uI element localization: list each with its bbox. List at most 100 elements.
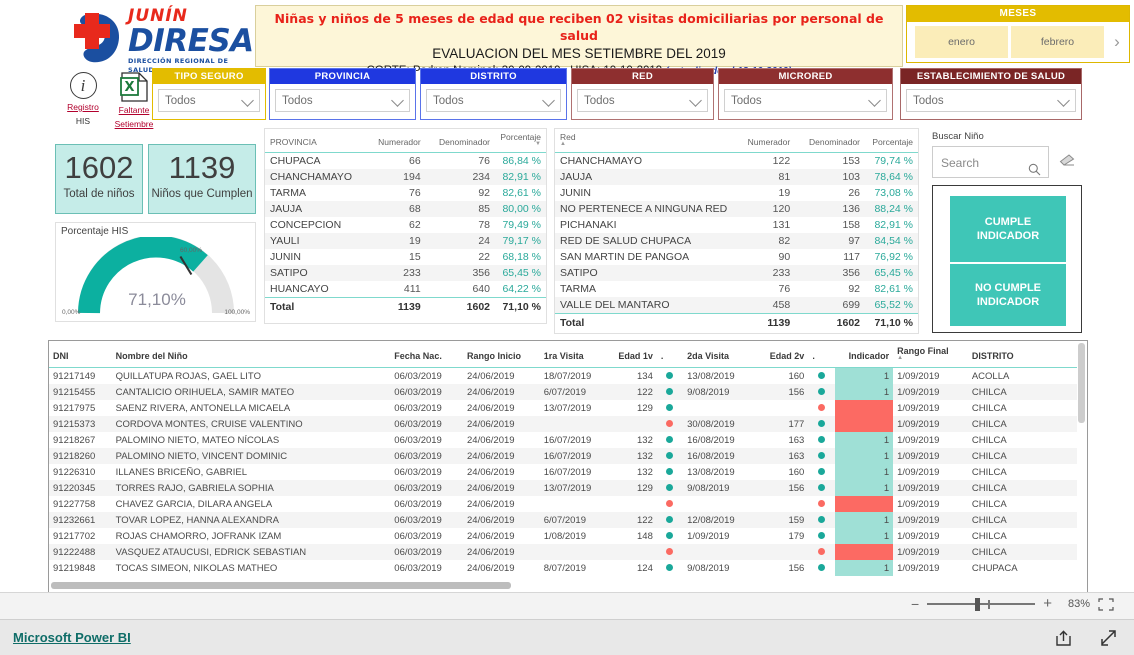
table-row[interactable]: TARMA 76 92 82,61 %	[555, 281, 918, 297]
table-row[interactable]: JAUJA 81 103 78,64 %	[555, 169, 918, 185]
slicer-provincia[interactable]: PROVINCIA Todos	[269, 68, 416, 120]
table-row[interactable]: SATIPO 233 356 65,45 %	[265, 265, 546, 281]
cell-dot-1v	[657, 496, 683, 512]
col-red-porcentaje[interactable]: Porcentaje	[865, 129, 918, 153]
table-row[interactable]: CONCEPCION 62 78 79,49 %	[265, 217, 546, 233]
slicer-red[interactable]: RED Todos	[571, 68, 714, 120]
col-dot-1[interactable]: .	[656, 341, 684, 368]
col-fecha-nac[interactable]: Fecha Nac.	[390, 341, 463, 368]
table-row[interactable]: 91219848 TOCAS SIMEON, NIKOLAS MATHEO 06/0…	[49, 560, 1077, 576]
grid-vertical-scroll-thumb[interactable]	[1078, 343, 1085, 423]
slicer-tipo-seguro-dropdown[interactable]: Todos	[158, 89, 260, 112]
table-row[interactable]: CHUPACA 66 76 86,84 %	[265, 153, 546, 170]
col-porcentaje[interactable]: Porcentaje ▼	[495, 129, 546, 153]
col-2da-visita[interactable]: 2da Visita	[683, 341, 762, 368]
col-red-numerador[interactable]: Numerador	[733, 129, 796, 153]
grid-horizontal-scroll-thumb[interactable]	[51, 582, 511, 589]
col-red-denominador[interactable]: Denominador	[795, 129, 866, 153]
provincia-name: JAUJA	[270, 203, 303, 215]
magnifier-icon[interactable]	[1028, 156, 1041, 188]
col-red[interactable]: Red ▲	[555, 129, 734, 153]
col-edad-1v[interactable]: Edad 1v	[612, 341, 657, 368]
slicer-item-enero[interactable]: enero	[915, 26, 1008, 58]
zoom-slider[interactable]	[927, 597, 1036, 611]
slicer-microred-dropdown[interactable]: Todos	[724, 89, 887, 112]
table-row[interactable]: 91227758 CHAVEZ GARCIA, DILARA ANGELA 06/0…	[49, 496, 1077, 512]
grid-horizontal-scrollbar[interactable]	[51, 581, 1076, 590]
table-row[interactable]: 91218267 PALOMINO NIETO, MATEO NÍCOLAS 06/…	[49, 432, 1077, 448]
search-input[interactable]: Search	[932, 146, 1049, 178]
slicer-item-febrero[interactable]: febrero	[1011, 26, 1104, 58]
col-provincia[interactable]: PROVINCIA	[265, 129, 365, 153]
cell-dot-2v	[808, 384, 834, 400]
col-dni[interactable]: DNI	[49, 341, 112, 368]
table-row[interactable]: 91226310 ILLANES BRICEÑO, GABRIEL 06/03/20…	[49, 464, 1077, 480]
col-dot-2[interactable]: .	[808, 341, 835, 368]
registro-his-link[interactable]: i Registro HIS	[60, 72, 106, 127]
table-row[interactable]: SATIPO 233 356 65,45 %	[555, 265, 918, 281]
minus-icon[interactable]: −	[911, 597, 919, 611]
fullscreen-icon[interactable]	[1099, 629, 1118, 652]
col-1ra-visita[interactable]: 1ra Visita	[539, 341, 613, 368]
cell-distrito: CHILCA	[971, 546, 1007, 558]
table-row[interactable]: RED DE SALUD CHUPACA 82 97 84,54 %	[555, 233, 918, 249]
microsoft-power-bi-link[interactable]: Microsoft Power BI	[13, 630, 131, 645]
col-rango-inicio[interactable]: Rango Inicio	[463, 341, 540, 368]
cell-edad-2v: 177	[788, 418, 805, 430]
share-icon[interactable]	[1054, 629, 1073, 652]
slicer-establecimiento-dropdown[interactable]: Todos	[906, 89, 1076, 112]
button-no-cumple-indicador[interactable]: NO CUMPLE INDICADOR	[950, 264, 1066, 326]
table-row[interactable]: 91215455 CANTALICIO ORIHUELA, SAMIR MATEO…	[49, 384, 1077, 400]
slicer-microred[interactable]: MICRORED Todos	[718, 68, 893, 120]
table-row[interactable]: 91217149 QUILLATUPA ROJAS, GAEL LITO 06/03…	[49, 367, 1077, 384]
table-row[interactable]: SAN MARTIN DE PANGOA 90 117 76,92 %	[555, 249, 918, 265]
table-row[interactable]: 91220345 TORRES RAJO, GABRIELA SOPHIA 06/0…	[49, 480, 1077, 496]
table-row[interactable]: PICHANAKI 131 158 82,91 %	[555, 217, 918, 233]
table-row[interactable]: TARMA 76 92 82,61 %	[265, 185, 546, 201]
table-row[interactable]: 91232661 TOVAR LOPEZ, HANNA ALEXANDRA 06/0…	[49, 512, 1077, 528]
table-red[interactable]: Red ▲ Numerador Denominador Porcentaje C…	[554, 128, 919, 334]
col-rango-final[interactable]: Rango Final ▲	[893, 341, 968, 368]
fit-to-page-icon[interactable]	[1098, 597, 1114, 611]
col-denominador[interactable]: Denominador	[425, 129, 495, 153]
cell-edad-1v	[612, 544, 656, 560]
plus-icon[interactable]: +	[1043, 596, 1052, 611]
slicer-tipo-seguro[interactable]: TIPO SEGURO Todos	[152, 68, 266, 120]
col-edad-2v[interactable]: Edad 2v	[761, 341, 809, 368]
slicer-provincia-dropdown[interactable]: Todos	[275, 89, 410, 112]
table-row[interactable]: 91217975 SAENZ RIVERA, ANTONELLA MICAELA 0…	[49, 400, 1077, 416]
table-row[interactable]: 91217702 ROJAS CHAMORRO, JOFRANK IZAM 06/0…	[49, 528, 1077, 544]
table-row[interactable]: JAUJA 68 85 80,00 %	[265, 201, 546, 217]
slicer-distrito-dropdown[interactable]: Todos	[426, 89, 561, 112]
col-distrito[interactable]: DISTRITO	[967, 341, 1077, 368]
table-row[interactable]: JUNIN 19 26 73,08 %	[555, 185, 918, 201]
chevron-right-icon[interactable]: ›	[1107, 26, 1127, 58]
red-denominador: 103	[842, 171, 861, 183]
table-row[interactable]: HUANCAYO 411 640 64,22 %	[265, 281, 546, 298]
slicer-distrito[interactable]: DISTRITO Todos	[420, 68, 567, 120]
col-indicador[interactable]: Indicador	[834, 341, 894, 368]
table-row[interactable]: 91215373 CORDOVA MONTES, CRUISE VALENTINO…	[49, 416, 1077, 432]
slicer-meses-header: MESES	[907, 6, 1129, 22]
table-row[interactable]: CHANCHAMAYO 194 234 82,91 %	[265, 169, 546, 185]
zoom-control[interactable]: − + 83%	[911, 596, 1114, 611]
cell-1ra-visita	[540, 544, 613, 560]
slicer-red-dropdown[interactable]: Todos	[577, 89, 708, 112]
table-ninos[interactable]: DNI Nombre del Niño Fecha Nac. Rango Ini…	[48, 340, 1088, 593]
table-row[interactable]: JUNIN 15 22 68,18 %	[265, 249, 546, 265]
button-cumple-indicador[interactable]: CUMPLE INDICADOR	[950, 196, 1066, 262]
grid-vertical-scrollbar[interactable]	[1077, 342, 1086, 592]
col-numerador[interactable]: Numerador	[364, 129, 426, 153]
table-provincia[interactable]: PROVINCIA Numerador Denominador Porcenta…	[264, 128, 547, 324]
zoom-slider-thumb[interactable]	[975, 598, 981, 611]
table-row[interactable]: CHANCHAMAYO 122 153 79,74 %	[555, 153, 918, 170]
slicer-establecimiento[interactable]: ESTABLECIMIENTO DE SALUD Todos	[900, 68, 1082, 120]
table-row[interactable]: VALLE DEL MANTARO 458 699 65,52 %	[555, 297, 918, 314]
col-nombre[interactable]: Nombre del Niño	[111, 341, 391, 368]
table-row[interactable]: NO PERTENECE A NINGUNA RED 120 136 88,24 %	[555, 201, 918, 217]
table-row[interactable]: 91222488 VASQUEZ ATAUCUSI, EDRICK SEBASTI…	[49, 544, 1077, 560]
table-row[interactable]: YAULI 19 24 79,17 %	[265, 233, 546, 249]
slicer-meses[interactable]: MESES enero febrero ›	[906, 5, 1130, 63]
eraser-icon[interactable]	[1059, 154, 1076, 172]
table-row[interactable]: 91218260 PALOMINO NIETO, VINCENT DOMINIC 0…	[49, 448, 1077, 464]
